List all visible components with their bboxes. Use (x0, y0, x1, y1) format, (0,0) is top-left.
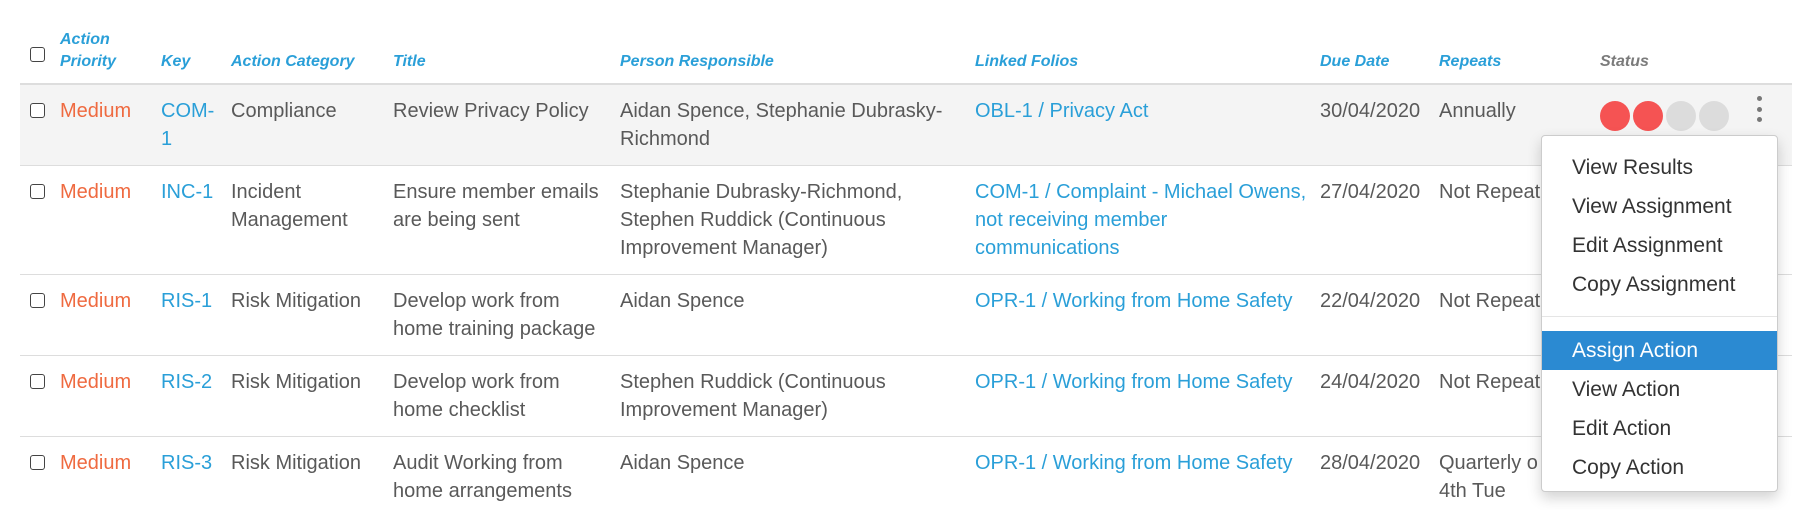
title-cell: Develop work from home checklist (393, 371, 560, 421)
row-select-cell (20, 275, 56, 356)
key-link[interactable]: INC-1 (157, 166, 227, 275)
folio-link[interactable]: OPR-1 / Working from Home Safety (971, 437, 1316, 510)
title-cell: Ensure member emails are being sent (393, 181, 599, 231)
row-checkbox[interactable] (30, 293, 45, 308)
category-cell: Risk Mitigation (231, 371, 362, 393)
table-body: Medium COM-1 Compliance Review Privacy P… (20, 84, 1792, 510)
category-cell: Incident Management (231, 181, 348, 231)
select-all-cell (20, 26, 56, 84)
title-cell: Audit Working from home arrangements (393, 452, 572, 502)
title-cell: Review Privacy Policy (393, 100, 589, 122)
priority-cell: Medium (60, 290, 132, 312)
kebab-dot (1756, 106, 1762, 112)
due-date-cell: 30/04/2020 (1320, 100, 1421, 122)
actions-page: Action Priority Key Action Category Titl… (0, 0, 1803, 510)
due-date-cell: 22/04/2020 (1320, 290, 1421, 312)
row-checkbox[interactable] (30, 455, 45, 470)
menu-item-edit-assignment[interactable]: Edit Assignment (1542, 226, 1777, 265)
priority-cell: Medium (60, 181, 132, 203)
menu-item-copy-action[interactable]: Copy Action (1542, 448, 1777, 487)
category-cell: Risk Mitigation (231, 452, 362, 474)
status-dot (1666, 101, 1696, 131)
due-date-cell: 24/04/2020 (1320, 371, 1421, 393)
row-checkbox[interactable] (30, 184, 45, 199)
kebab-dot (1756, 117, 1762, 122)
category-cell: Risk Mitigation (231, 290, 362, 312)
title-cell: Develop work from home training package (393, 290, 596, 340)
table-row[interactable]: Medium INC-1 Incident Management Ensure … (20, 166, 1792, 275)
menu-item-view-assignment[interactable]: View Assignment (1542, 187, 1777, 226)
col-header-category[interactable]: Action Category (227, 26, 389, 84)
row-context-menu: View Results View Assignment Edit Assign… (1541, 135, 1778, 492)
col-header-folios[interactable]: Linked Folios (971, 26, 1316, 84)
col-header-repeats[interactable]: Repeats (1435, 26, 1596, 84)
row-select-cell (20, 166, 56, 275)
category-cell: Compliance (231, 100, 337, 122)
row-select-cell (20, 356, 56, 437)
due-date-cell: 27/04/2020 (1320, 181, 1421, 203)
key-link[interactable]: RIS-3 (157, 437, 227, 510)
menu-item-view-results[interactable]: View Results (1542, 148, 1777, 187)
folio-link[interactable]: OBL-1 / Privacy Act (971, 84, 1316, 166)
select-all-checkbox[interactable] (30, 47, 45, 62)
col-header-person[interactable]: Person Responsible (616, 26, 971, 84)
key-link[interactable]: RIS-1 (157, 275, 227, 356)
folio-link[interactable]: OPR-1 / Working from Home Safety (971, 356, 1316, 437)
key-link[interactable]: COM-1 (157, 84, 227, 166)
table-row[interactable]: Medium RIS-3 Risk Mitigation Audit Worki… (20, 437, 1792, 510)
due-date-cell: 28/04/2020 (1320, 452, 1421, 474)
menu-item-copy-assignment[interactable]: Copy Assignment (1542, 265, 1777, 304)
person-cell: Aidan Spence (620, 452, 745, 474)
col-header-priority[interactable]: Action Priority (56, 26, 157, 84)
kebab-vertical-icon[interactable] (1752, 96, 1766, 122)
col-header-status: Status (1600, 53, 1649, 70)
priority-cell: Medium (60, 100, 132, 122)
person-cell: Stephen Ruddick (Continuous Improvement … (620, 371, 886, 421)
col-header-key[interactable]: Key (157, 26, 227, 84)
priority-cell: Medium (60, 371, 132, 393)
menu-item-edit-action[interactable]: Edit Action (1542, 409, 1777, 448)
table-row[interactable]: Medium RIS-1 Risk Mitigation Develop wor… (20, 275, 1792, 356)
table-row[interactable]: Medium COM-1 Compliance Review Privacy P… (20, 84, 1792, 166)
row-select-cell (20, 437, 56, 510)
folio-link[interactable]: OPR-1 / Working from Home Safety (971, 275, 1316, 356)
table-header: Action Priority Key Action Category Titl… (20, 26, 1792, 84)
person-cell: Aidan Spence (620, 290, 745, 312)
status-dot (1633, 101, 1663, 131)
menu-item-assign-action[interactable]: Assign Action (1542, 331, 1777, 370)
menu-item-view-action[interactable]: View Action (1542, 370, 1777, 409)
status-dot (1699, 101, 1729, 131)
row-checkbox[interactable] (30, 374, 45, 389)
priority-cell: Medium (60, 452, 132, 474)
actions-table: Action Priority Key Action Category Titl… (20, 26, 1792, 510)
col-header-title[interactable]: Title (389, 26, 616, 84)
menu-divider (1542, 316, 1777, 317)
person-cell: Aidan Spence, Stephanie Dubrasky-Richmon… (620, 100, 943, 150)
table-row[interactable]: Medium RIS-2 Risk Mitigation Develop wor… (20, 356, 1792, 437)
status-dot (1600, 101, 1630, 131)
kebab-dot (1756, 96, 1762, 101)
folio-link[interactable]: COM-1 / Complaint - Michael Owens, not r… (971, 166, 1316, 275)
row-checkbox[interactable] (30, 103, 45, 118)
person-cell: Stephanie Dubrasky-Richmond, Stephen Rud… (620, 181, 903, 259)
col-header-due[interactable]: Due Date (1316, 26, 1435, 84)
row-select-cell (20, 84, 56, 166)
key-link[interactable]: RIS-2 (157, 356, 227, 437)
